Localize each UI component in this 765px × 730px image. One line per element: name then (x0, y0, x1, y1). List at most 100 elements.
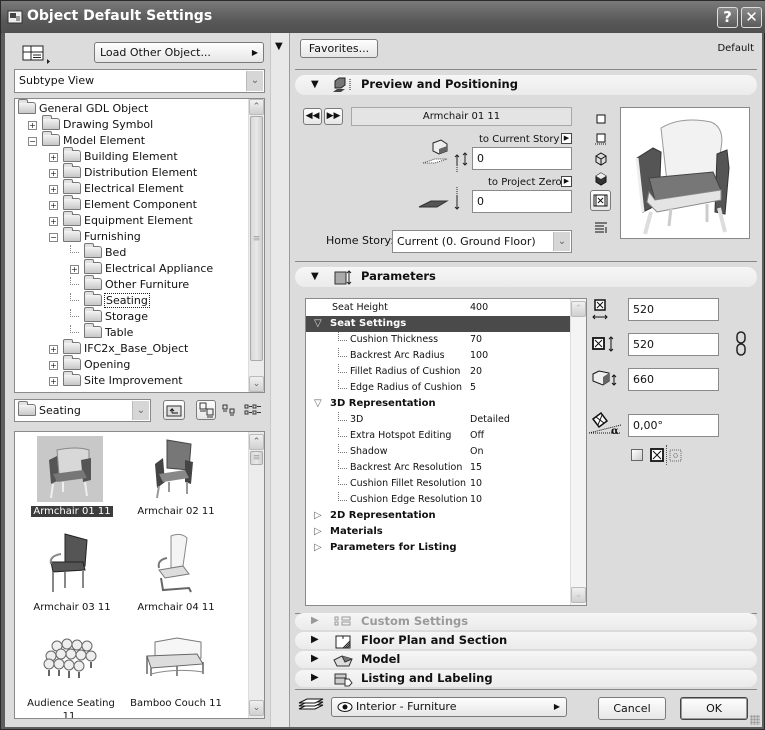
preview-section-button[interactable] (594, 132, 608, 146)
section-floor-plan-and-section[interactable]: ▶ Floor Plan and Section (295, 632, 757, 649)
library-item[interactable]: Armchair 02 11 (121, 434, 231, 526)
library-item[interactable]: Armchair 04 11 (121, 530, 231, 622)
scroll-down-icon[interactable]: ⌄ (249, 700, 264, 716)
scroll-thumb[interactable]: ≡ (250, 116, 263, 361)
parameter-row[interactable]: Cushion Edge Resolution 10 (306, 492, 570, 508)
folder-select[interactable]: Seating ⌄ (14, 399, 151, 422)
section-listing-and-labeling[interactable]: ▶ Listing and Labeling (295, 670, 757, 687)
scroll-up-icon[interactable]: ⌃ (249, 434, 264, 450)
collapse-icon[interactable]: − (49, 233, 58, 242)
home-story-select[interactable]: Current (0. Ground Floor) ⌄ (392, 230, 572, 253)
parameter-row[interactable]: Shadow On (306, 444, 570, 460)
parameter-row[interactable]: 3D Detailed (306, 412, 570, 428)
to-current-story-menu-arrow[interactable]: ▶ (561, 133, 572, 144)
expand-icon[interactable]: + (49, 153, 58, 162)
collapsed-arrow-icon[interactable]: ▷ (314, 524, 322, 540)
expand-icon[interactable]: + (49, 201, 58, 210)
preview-shaded-button[interactable] (594, 172, 608, 186)
next-object-button[interactable]: ▶▶ (324, 108, 343, 125)
parameter-row[interactable]: Backrest Arc Resolution 15 (306, 460, 570, 476)
depth-input[interactable]: 520 (628, 333, 719, 356)
parameter-value[interactable]: 5 (470, 380, 476, 396)
parameter-group[interactable]: ▷ Materials (306, 524, 570, 540)
scroll-thumb[interactable]: ≡ (250, 451, 263, 465)
parameter-value[interactable]: 10 (470, 476, 482, 492)
parameter-row[interactable]: Edge Radius of Cushion 5 (306, 380, 570, 396)
resize-grip[interactable] (750, 715, 760, 725)
library-item[interactable]: Armchair 01 11 (17, 434, 127, 526)
preview-picture-button[interactable] (590, 190, 611, 211)
small-icons-view-button[interactable] (220, 402, 238, 418)
parameter-row[interactable]: Cushion Fillet Resolution 10 (306, 476, 570, 492)
previous-object-button[interactable]: ◀◀ (303, 108, 322, 125)
parameters-scrollbar[interactable]: ⌃ ⌄ (570, 299, 586, 605)
collapsed-arrow-icon[interactable]: ▷ (314, 508, 322, 524)
parameter-value[interactable]: Off (470, 428, 484, 444)
parameter-value[interactable]: On (470, 444, 484, 460)
expand-icon[interactable]: + (70, 265, 79, 274)
parameter-group[interactable]: ▷ Parameters for Listing (306, 540, 570, 556)
favorites-button[interactable]: Favorites... (300, 39, 378, 58)
parameter-group[interactable]: ▽ Seat Settings (306, 316, 570, 332)
parameter-group[interactable]: ▽ 3D Representation (306, 396, 570, 412)
view-mode-select[interactable]: Subtype View ⌄ (14, 69, 265, 93)
expand-icon[interactable]: + (49, 185, 58, 194)
to-current-story-input[interactable]: 0 (472, 147, 572, 170)
rotation-angle-input[interactable]: 0,00° (628, 414, 719, 437)
collapse-arrow-icon[interactable]: ▼ (275, 41, 283, 52)
scroll-up-icon[interactable]: ⌃ (571, 301, 586, 317)
collapsed-arrow-icon[interactable]: ▷ (314, 540, 322, 556)
mirror-checkbox[interactable] (631, 449, 643, 461)
to-project-zero-menu-arrow[interactable]: ▶ (561, 176, 572, 187)
to-project-zero-input[interactable]: 0 (472, 190, 572, 213)
preview-info-button[interactable] (594, 220, 608, 234)
expand-icon[interactable]: + (49, 217, 58, 226)
parameter-row[interactable]: Extra Hotspot Editing Off (306, 428, 570, 444)
parameter-row[interactable]: Cushion Thickness 70 (306, 332, 570, 348)
ok-button[interactable]: OK (680, 697, 748, 720)
parameter-row[interactable]: Seat Height 400 (306, 300, 570, 316)
parameter-value[interactable]: 70 (470, 332, 482, 348)
parameter-value[interactable]: 15 (470, 460, 482, 476)
parent-folder-button[interactable] (163, 400, 185, 420)
list-view-button[interactable] (243, 402, 263, 418)
title-bar[interactable]: Object Default Settings ? ✕ (1, 1, 765, 33)
layer-select-button[interactable]: Interior - Furniture ▶ (331, 697, 567, 717)
large-icons-view-button[interactable] (196, 400, 216, 420)
dotted-anchor-icon[interactable] (669, 449, 683, 463)
expand-icon[interactable]: + (28, 121, 37, 130)
preview-plan-button[interactable] (594, 112, 608, 126)
load-other-object-button[interactable]: Load Other Object... ▶ (94, 42, 264, 63)
parameter-row[interactable]: Backrest Arc Radius 100 (306, 348, 570, 364)
close-button[interactable]: ✕ (741, 7, 762, 28)
width-input[interactable]: 520 (628, 298, 719, 321)
expanded-arrow-icon[interactable]: ▽ (314, 316, 322, 332)
height-input[interactable]: 660 (628, 368, 719, 391)
parameter-value[interactable]: 100 (470, 348, 488, 364)
pane-splitter[interactable]: ▼ (270, 33, 290, 727)
tree-scrollbar[interactable]: ⌃ ≡ ⌄ (248, 99, 264, 392)
scroll-up-icon[interactable]: ⌃ (249, 99, 264, 115)
expand-icon[interactable]: + (49, 361, 58, 370)
expanded-arrow-icon[interactable]: ▽ (314, 396, 322, 412)
expand-icon[interactable]: + (49, 377, 58, 386)
parameter-group[interactable]: ▷ 2D Representation (306, 508, 570, 524)
parameter-value[interactable]: 20 (470, 364, 482, 380)
anchor-point-icon[interactable] (650, 448, 664, 462)
parameter-value[interactable]: 400 (470, 300, 488, 316)
library-item[interactable]: Bamboo Couch 11 (121, 626, 231, 718)
cancel-button[interactable]: Cancel (598, 697, 666, 720)
section-parameters[interactable]: ▼ Parameters (295, 267, 757, 287)
scroll-down-icon[interactable]: ⌄ (249, 376, 264, 392)
section-model[interactable]: ▶ Model (295, 651, 757, 668)
library-scrollbar[interactable]: ⌃ ≡ ⌄ (248, 432, 264, 718)
link-proportions-icon[interactable] (735, 331, 747, 357)
parameter-value[interactable]: Detailed (470, 412, 510, 428)
expand-icon[interactable]: + (49, 169, 58, 178)
library-item[interactable]: Armchair 03 11 (17, 530, 127, 622)
section-custom-settings[interactable]: ▶ Custom Settings (295, 613, 757, 630)
parameter-value[interactable]: 10 (470, 492, 482, 508)
section-preview-and-positioning[interactable]: ▼ Preview and Positioning (295, 75, 757, 95)
help-button[interactable]: ? (717, 7, 738, 28)
view-mode-button[interactable] (21, 43, 51, 65)
